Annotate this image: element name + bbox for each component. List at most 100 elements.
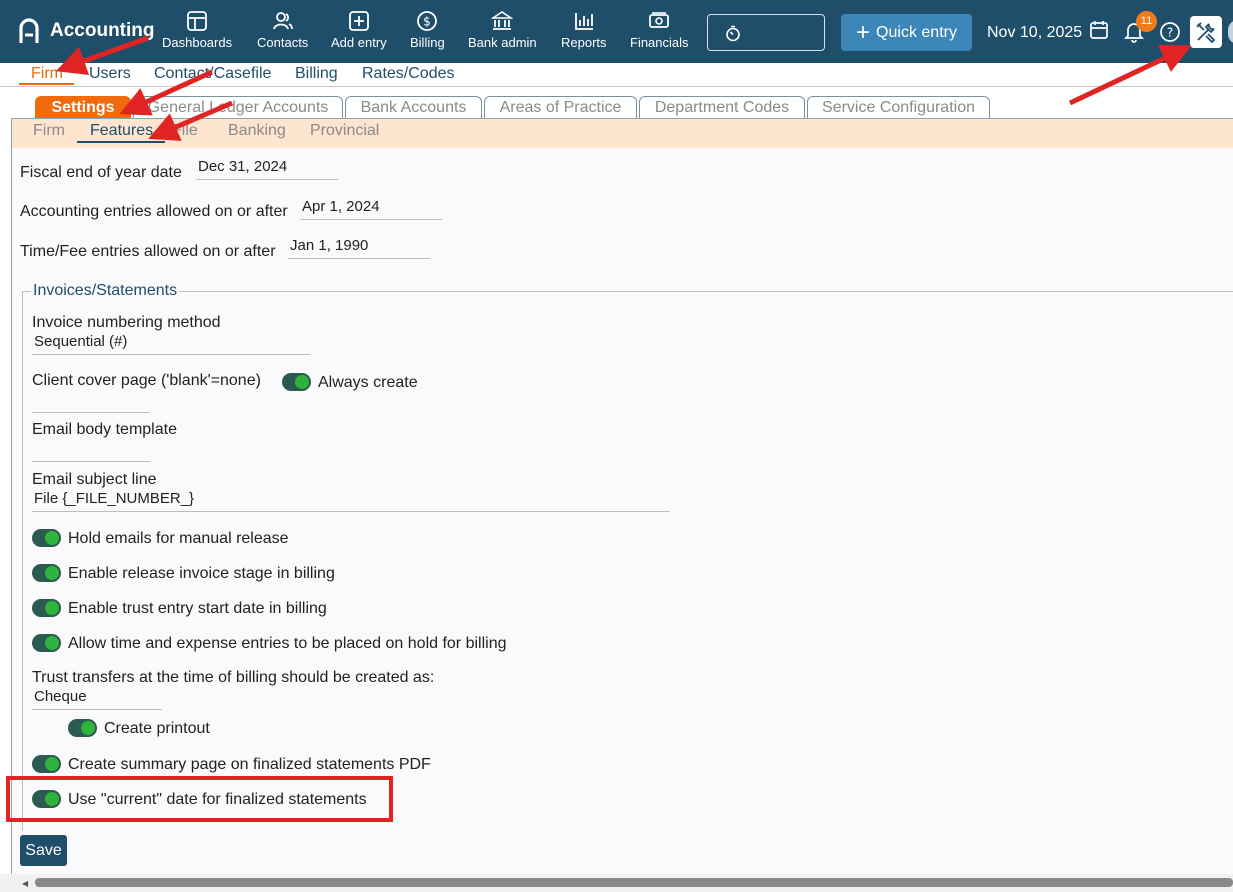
horizontal-scrollbar[interactable]: ◀ [0, 874, 1233, 892]
settings-tabs: Settings General Ledger Accounts Bank Ac… [0, 88, 1233, 119]
summary-page-toggle[interactable] [32, 755, 61, 773]
bank-icon [491, 11, 514, 30]
menu-active-underline [19, 83, 74, 85]
settings-tools-button[interactable] [1190, 16, 1222, 48]
nav-label: Add entry [331, 35, 387, 50]
nav-label: Billing [410, 35, 445, 50]
avatar[interactable] [1228, 20, 1233, 44]
nav-label: Reports [561, 35, 607, 50]
app-name: Accounting [50, 20, 155, 41]
nav-financials[interactable]: Financials [630, 10, 689, 50]
tab-service-configuration[interactable]: Service Configuration [807, 96, 990, 119]
stopwatch-icon [726, 25, 740, 42]
app-logo-icon [19, 18, 39, 43]
tab-general-ledger-accounts[interactable]: General Ledger Accounts [133, 96, 343, 119]
invoice-numbering-select[interactable]: Sequential (#) [32, 333, 310, 355]
svg-text:?: ? [1167, 26, 1173, 40]
nav-label: Financials [630, 35, 689, 50]
release-invoice-toggle[interactable] [32, 564, 61, 582]
hold-emails-toggle[interactable] [32, 529, 61, 547]
contacts-icon [272, 12, 293, 30]
toggle-knob [45, 757, 59, 771]
trust-entry-start-label: Enable trust entry start date in billing [68, 600, 327, 617]
cover-page-label: Client cover page ('blank'=none) [32, 372, 261, 389]
nav-dashboards[interactable]: Dashboards [162, 10, 232, 50]
nav-contacts[interactable]: Contacts [257, 10, 308, 50]
subtab-bar: Firm Features File Banking Provincial [12, 119, 1233, 148]
timer-button[interactable] [707, 14, 825, 51]
save-button[interactable]: Save [20, 835, 67, 866]
nav-billing[interactable]: $ Billing [410, 10, 445, 50]
menu-users[interactable]: Users [89, 65, 131, 83]
summary-page-label: Create summary page on finalized stateme… [68, 756, 431, 773]
email-body-label: Email body template [32, 421, 177, 438]
subtab-features[interactable]: Features [90, 122, 153, 140]
trust-transfers-label: Trust transfers at the time of billing s… [32, 669, 435, 686]
email-subject-input[interactable]: File {_FILE_NUMBER_} [32, 490, 670, 512]
fiscal-year-label: Fiscal end of year date [20, 164, 182, 181]
help-icon[interactable]: ? [1159, 21, 1181, 43]
toggle-knob [45, 566, 59, 580]
tab-bank-accounts[interactable]: Bank Accounts [345, 96, 482, 119]
invoice-numbering-label: Invoice numbering method [32, 314, 221, 331]
timefee-entries-input[interactable]: Jan 1, 1990 [288, 237, 430, 259]
hold-entries-label: Allow time and expense entries to be pla… [68, 635, 507, 652]
quick-entry-label: Quick entry [876, 23, 957, 41]
brand[interactable]: Accounting [18, 18, 155, 44]
calendar-icon[interactable] [1089, 20, 1109, 40]
tools-icon [1196, 22, 1216, 44]
always-create-toggle[interactable] [282, 373, 311, 391]
timefee-entries-label: Time/Fee entries allowed on or after [20, 243, 276, 260]
toggle-knob [45, 531, 59, 545]
toggle-knob [295, 375, 309, 389]
trust-entry-start-toggle[interactable] [32, 599, 61, 617]
subtab-file[interactable]: File [172, 122, 198, 140]
toggle-knob [45, 601, 59, 615]
create-printout-label: Create printout [104, 720, 210, 737]
always-create-label: Always create [318, 374, 418, 391]
tab-settings[interactable]: Settings [35, 96, 131, 119]
tab-areas-of-practice[interactable]: Areas of Practice [484, 96, 637, 119]
hold-entries-toggle[interactable] [32, 634, 61, 652]
main-menu: Firm Users Contact/Casefile Billing Rate… [0, 63, 1233, 87]
billing-icon: $ [417, 11, 438, 31]
menu-contact-casefile[interactable]: Contact/Casefile [154, 65, 271, 83]
invoices-legend: Invoices/Statements [31, 282, 180, 300]
fiscal-year-input[interactable]: Dec 31, 2024 [196, 158, 338, 180]
svg-text:$: $ [424, 15, 432, 29]
subtab-active-underline [77, 141, 165, 143]
accounting-entries-input[interactable]: Apr 1, 2024 [300, 198, 442, 220]
create-printout-toggle[interactable] [68, 719, 97, 737]
menu-firm[interactable]: Firm [31, 65, 63, 83]
nav-add-entry[interactable]: Add entry [331, 10, 387, 50]
financials-icon [649, 12, 670, 28]
nav-label: Bank admin [468, 35, 537, 50]
hold-emails-label: Hold emails for manual release [68, 530, 289, 547]
reports-icon [574, 13, 593, 30]
email-body-input[interactable] [32, 440, 150, 462]
trust-transfers-select[interactable]: Cheque [32, 688, 162, 710]
email-subject-label: Email subject line [32, 471, 157, 488]
menu-rates-codes[interactable]: Rates/Codes [362, 65, 455, 83]
toggle-knob [45, 636, 59, 650]
nav-label: Dashboards [162, 35, 233, 50]
quick-entry-button[interactable]: + Quick entry [841, 14, 972, 51]
annotation-highlight-box [6, 776, 393, 822]
nav-bank-admin[interactable]: Bank admin [468, 10, 537, 50]
current-date: Nov 10, 2025 [987, 24, 1083, 41]
menu-billing[interactable]: Billing [295, 65, 338, 83]
subtab-banking[interactable]: Banking [228, 122, 286, 140]
nav-reports[interactable]: Reports [561, 10, 607, 50]
scrollbar-thumb[interactable] [35, 878, 1233, 887]
accounting-entries-label: Accounting entries allowed on or after [20, 203, 288, 220]
scroll-left-arrow-icon[interactable]: ◀ [22, 879, 28, 888]
release-invoice-label: Enable release invoice stage in billing [68, 565, 335, 582]
settings-panel: Firm Features File Banking Provincial Fi… [11, 118, 1233, 874]
dashboard-icon [187, 11, 207, 31]
tab-department-codes[interactable]: Department Codes [639, 96, 805, 119]
add-entry-icon [348, 11, 369, 31]
subtab-provincial[interactable]: Provincial [310, 122, 379, 140]
subtab-firm[interactable]: Firm [33, 122, 65, 140]
cover-page-input[interactable] [32, 391, 150, 413]
plus-icon: + [856, 18, 871, 46]
